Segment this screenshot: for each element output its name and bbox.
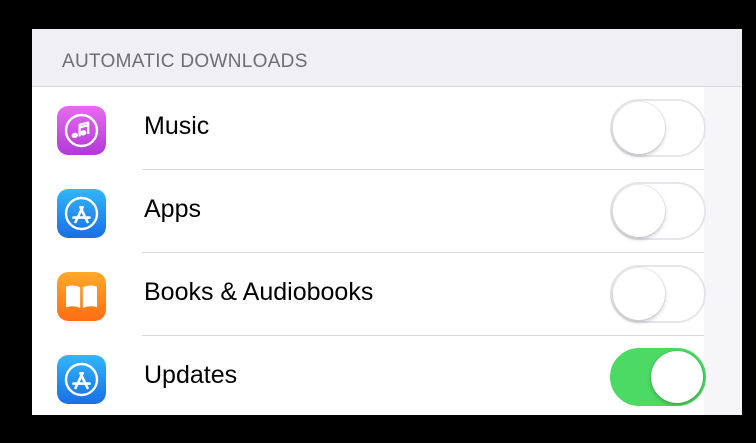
app-store-icon <box>57 355 106 404</box>
app-store-icon <box>57 189 106 238</box>
toggle-knob <box>613 102 665 154</box>
setting-label-apps: Apps <box>144 195 201 223</box>
setting-label-books: Books & Audiobooks <box>144 278 374 306</box>
toggle-knob <box>613 185 665 237</box>
section-header-label: AUTOMATIC DOWNLOADS <box>62 51 308 72</box>
section-header: AUTOMATIC DOWNLOADS <box>32 29 742 87</box>
device-frame: AUTOMATIC DOWNLOADS Music Apps Books & A… <box>0 0 756 443</box>
itunes-music-icon <box>57 106 106 155</box>
music-toggle[interactable] <box>610 99 706 157</box>
setting-label-music: Music <box>144 112 210 140</box>
setting-row-apps: Apps <box>32 170 706 253</box>
setting-row-music: Music <box>32 87 706 170</box>
updates-toggle[interactable] <box>610 348 706 406</box>
automatic-downloads-list: Music Apps Books & Audiobooks Updates <box>32 87 742 415</box>
setting-row-updates: Updates <box>32 336 706 415</box>
list-right-gutter <box>704 87 742 415</box>
settings-screen: AUTOMATIC DOWNLOADS Music Apps Books & A… <box>32 29 742 415</box>
toggle-knob <box>651 351 703 403</box>
apps-toggle[interactable] <box>610 182 706 240</box>
ibooks-icon <box>57 272 106 321</box>
toggle-knob <box>613 268 665 320</box>
books-toggle[interactable] <box>610 265 706 323</box>
setting-row-books: Books & Audiobooks <box>32 253 706 336</box>
setting-label-updates: Updates <box>144 361 238 389</box>
